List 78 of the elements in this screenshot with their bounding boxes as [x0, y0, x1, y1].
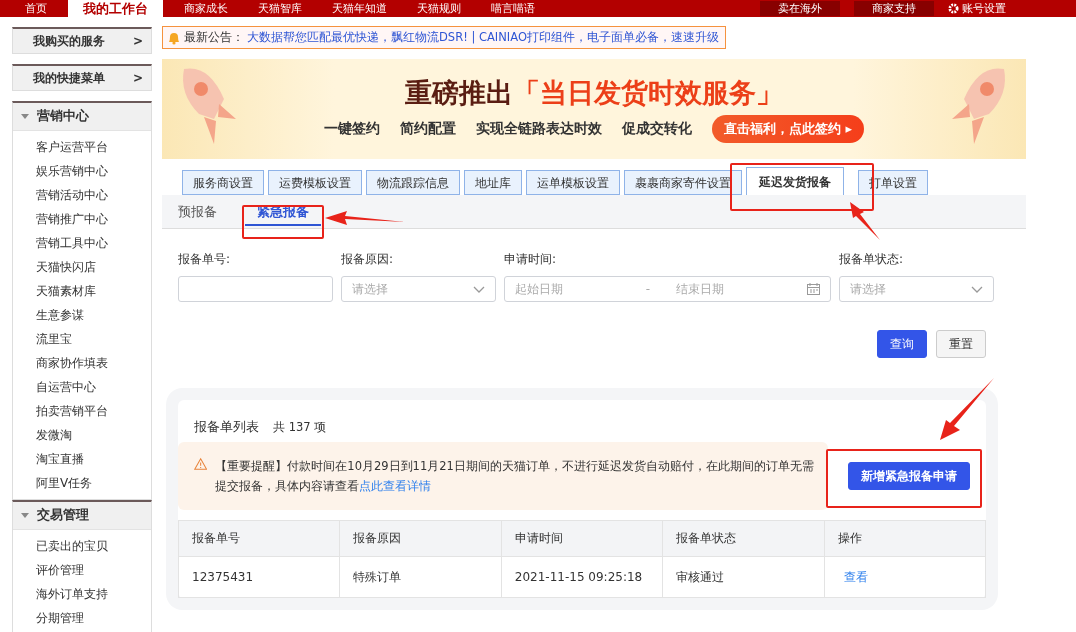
- tab[interactable]: 延迟发货报备: [746, 167, 844, 195]
- sidebar-item[interactable]: 天猫素材库: [36, 279, 151, 303]
- sidebar-item[interactable]: 淘宝直播: [36, 447, 151, 471]
- sidebar-item[interactable]: 拍卖营销平台: [36, 399, 151, 423]
- sidebar-item[interactable]: 商家协作填表: [36, 351, 151, 375]
- sidebar-item[interactable]: 发微淘: [36, 423, 151, 447]
- sidebar-item[interactable]: 分期管理: [36, 606, 151, 630]
- column-header: 报备单号: [178, 520, 340, 557]
- nav-dropdown[interactable]: 卖在海外: [760, 1, 840, 16]
- sidebar-item[interactable]: 已卖出的宝贝: [36, 534, 151, 558]
- input-field[interactable]: [178, 276, 333, 302]
- sidebar-item[interactable]: 营销推广中心: [36, 207, 151, 231]
- banner-point: 一键签约: [323, 120, 380, 138]
- column-header: 报备原因: [339, 520, 502, 557]
- sidebar-item[interactable]: 娱乐营销中心: [36, 159, 151, 183]
- nav-tab[interactable]: 首页: [10, 0, 62, 17]
- list-title: 报备单列表: [194, 418, 259, 436]
- table-cell: 12375431: [178, 556, 340, 598]
- search-button[interactable]: 查询: [877, 330, 927, 358]
- add-request-button[interactable]: 新增紧急报备申请: [848, 462, 970, 490]
- tab[interactable]: 地址库: [464, 170, 522, 195]
- banner-point: 促成交转化: [621, 120, 692, 138]
- bell-icon: [167, 30, 181, 45]
- tab[interactable]: 运费模板设置: [268, 170, 362, 195]
- column-header: 报备单状态: [662, 520, 825, 557]
- sidebar-item[interactable]: 天猫快闪店: [36, 255, 151, 279]
- warning-icon: [194, 456, 208, 472]
- sidebar-item[interactable]: 海外订单支持: [36, 582, 151, 606]
- sidebar-shortcut[interactable]: 我的快捷菜单 >: [12, 64, 152, 91]
- sidebar-item[interactable]: 生意参谋: [36, 303, 151, 327]
- sidebar-item[interactable]: 自运营中心: [36, 375, 151, 399]
- settings-icon: [948, 3, 959, 14]
- reset-button[interactable]: 重置: [936, 330, 986, 358]
- sub-tab[interactable]: 预报备: [178, 201, 231, 228]
- sidebar-item[interactable]: 营销工具中心: [36, 231, 151, 255]
- nav-tab[interactable]: 天猫智库: [243, 0, 317, 17]
- banner-point: 实现全链路表达时效: [475, 120, 602, 138]
- table-cell: 2021-11-15 09:25:18: [501, 556, 663, 598]
- sidebar-item[interactable]: 评价管理: [36, 558, 151, 582]
- filter-label: 报备单状态:: [839, 251, 905, 268]
- nav-tab[interactable]: 喵言喵语: [476, 0, 550, 17]
- nav-tab[interactable]: 商家成长: [169, 0, 243, 17]
- calendar-icon: [806, 283, 820, 295]
- filter-label: 报备单号:: [178, 251, 232, 268]
- filter-label: 报备原因:: [341, 251, 395, 268]
- details-link[interactable]: 点此查看详情: [359, 479, 432, 493]
- nav-tab[interactable]: 我的工作台: [68, 0, 163, 17]
- banner-point: 简约配置: [399, 120, 456, 138]
- notice-label: 最新公告：: [184, 29, 244, 46]
- column-header: 申请时间: [501, 520, 663, 557]
- banner-title: 重磅推出: [405, 76, 513, 110]
- sidebar-group-header[interactable]: 交易管理: [13, 502, 151, 530]
- filter-label: 申请时间:: [504, 251, 558, 268]
- table-cell: 特殊订单: [339, 556, 502, 598]
- item-count: 共 137 项: [273, 420, 327, 435]
- view-link[interactable]: 查看: [837, 570, 868, 584]
- sidebar-item[interactable]: 营销活动中心: [36, 183, 151, 207]
- banner-highlight: 「当日发货时效服务」: [513, 76, 783, 110]
- sidebar-shortcut[interactable]: 我购买的服务 >: [12, 27, 152, 54]
- sidebar-item[interactable]: 客户运营平台: [36, 135, 151, 159]
- tab[interactable]: 服务商设置: [182, 170, 264, 195]
- sidebar-group-header[interactable]: 营销中心: [13, 103, 151, 131]
- tab[interactable]: 物流跟踪信息: [366, 170, 460, 195]
- notice-link[interactable]: 大数据帮您匹配最优快递，飘红物流DSR! | CAINIAO打印组件，电子面单必备，速速升级: [247, 30, 719, 45]
- tab[interactable]: 裹裹商家寄件设置: [624, 170, 742, 195]
- settings-link[interactable]: 账号设置: [948, 1, 1006, 16]
- sign-up-button[interactable]: 直击福利，点此签约 ▸: [711, 115, 865, 143]
- table-cell: 审核通过: [662, 556, 825, 598]
- column-header: 操作: [824, 520, 986, 557]
- sidebar-item[interactable]: 阿里V任务: [36, 471, 151, 495]
- chevron-down-icon: [971, 285, 983, 293]
- sidebar-item[interactable]: 流里宝: [36, 327, 151, 351]
- tab[interactable]: 运单模板设置: [526, 170, 620, 195]
- nav-tab[interactable]: 天猫规则: [402, 0, 476, 17]
- nav-tab[interactable]: 天猫年知道: [317, 0, 402, 17]
- nav-dropdown[interactable]: 商家支持: [854, 1, 934, 16]
- alert-text: 【重要提醒】付款时间在10月29日到11月21日期间的天猫订单，不进行延迟发货自动赔付，在此期间的订单无需提交报备，具体内容请查看点此查看详情: [215, 458, 815, 495]
- chevron-down-icon: [473, 285, 485, 293]
